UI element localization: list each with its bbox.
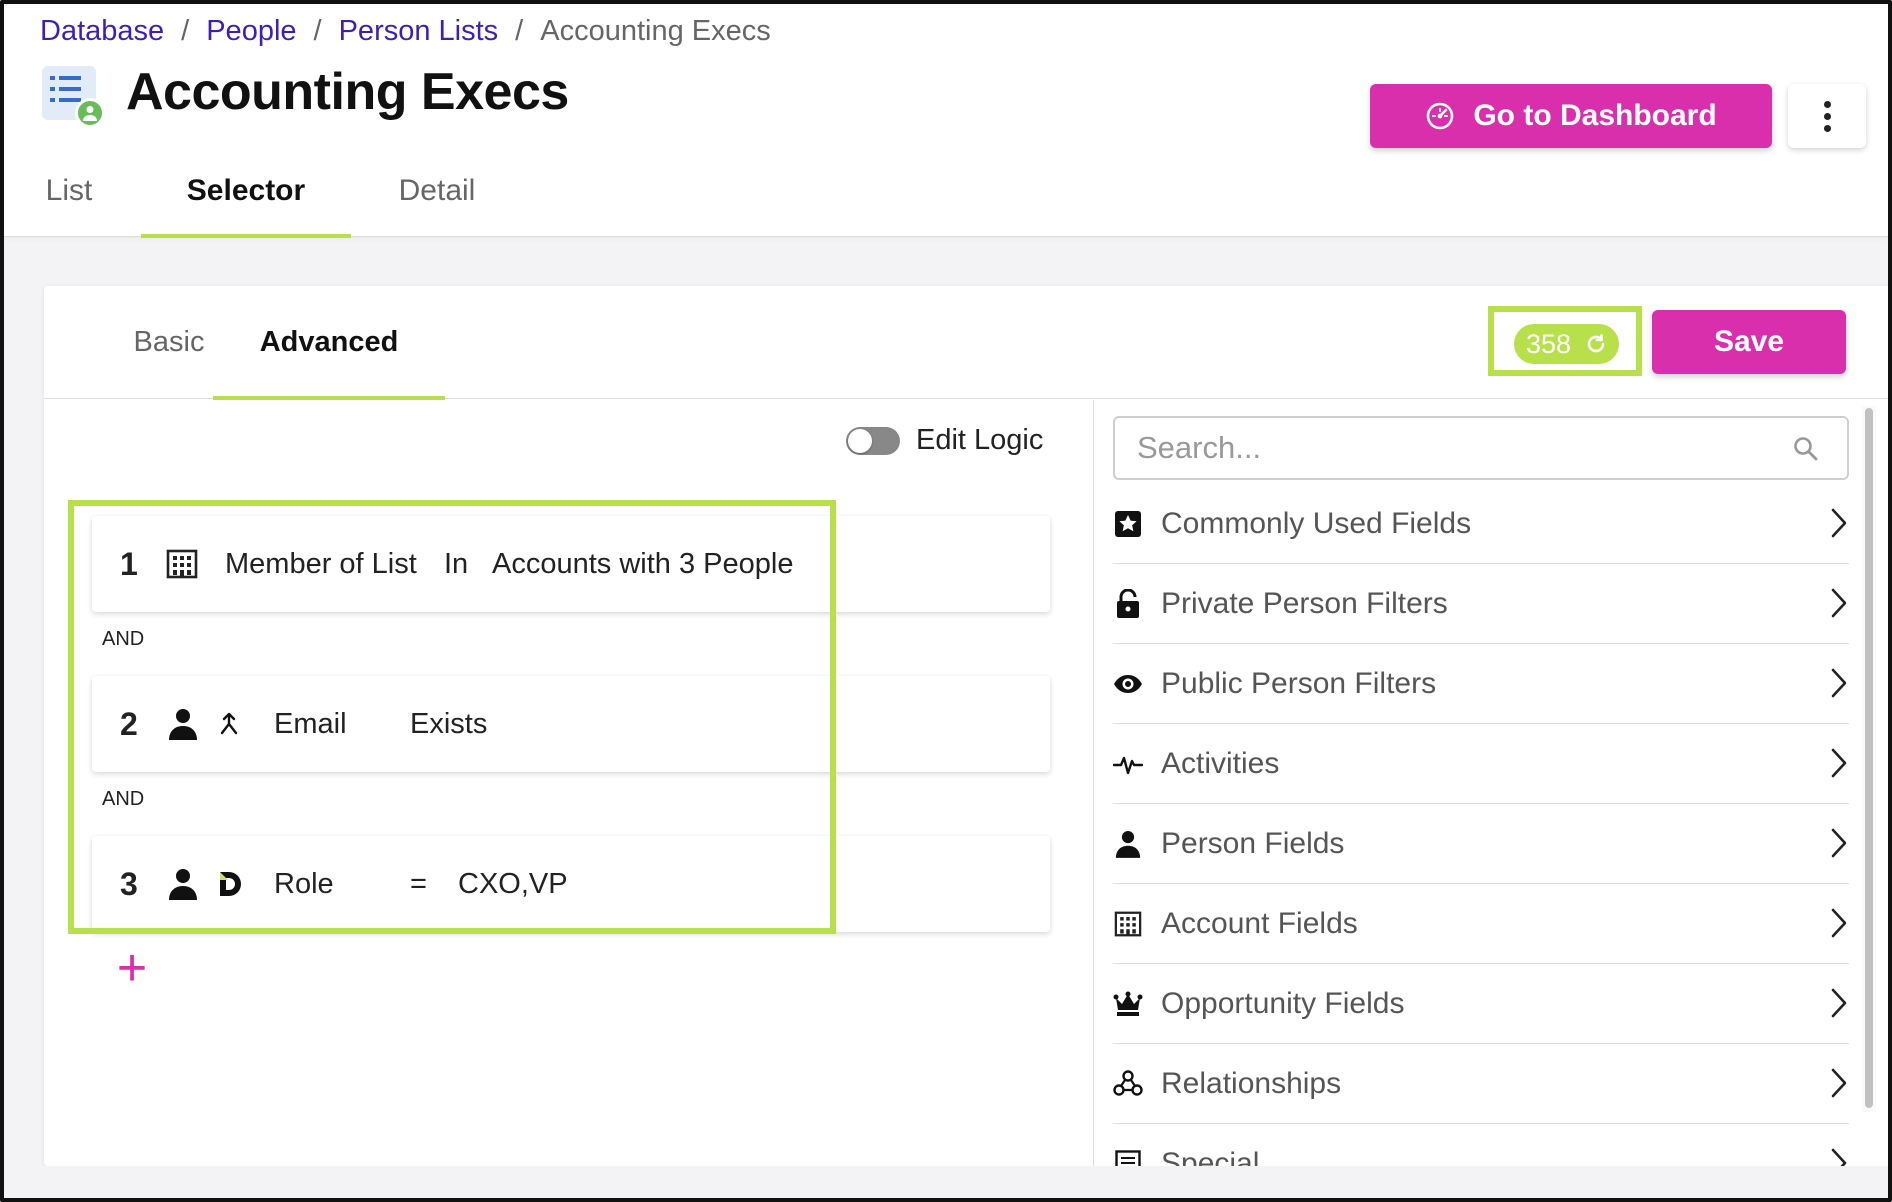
go-to-dashboard-label: Go to Dashboard [1473,99,1717,132]
chevron-right-icon [1831,508,1847,538]
page-footer-area [4,1166,1888,1198]
match-count-badge[interactable]: 358 [1514,324,1619,364]
dashboard-gauge-icon [1425,101,1455,131]
breadcrumb-database[interactable]: Database [40,15,164,48]
person-badge-icon [75,98,105,128]
and-connector: AND [102,788,145,810]
chevron-right-icon [1831,828,1847,858]
breadcrumb-current: Accounting Execs [540,14,771,47]
scrollbar-thumb[interactable] [1865,408,1873,1108]
field-category-account-fields[interactable]: Account Fields [1113,884,1849,964]
person-icon [168,868,198,900]
person-icon [168,708,198,740]
d-logo-icon [216,869,246,899]
field-category-relationships[interactable]: Relationships [1113,1044,1849,1124]
edit-logic-control: Edit Logic [846,424,1043,457]
match-count: 358 [1525,328,1572,359]
rules-pane: Edit Logic 1 Member of List In Accounts … [44,400,1094,1166]
field-category-label: Relationships [1161,1066,1342,1100]
filter-rule[interactable]: 2 Email Exists [92,676,1050,772]
field-category-list: Commonly Used Fields Private Person Filt… [1113,484,1849,1166]
field-browser: Commonly Used Fields Private Person Filt… [1095,400,1888,1166]
building-icon [166,549,198,579]
field-category-label: Special [1161,1146,1260,1167]
save-button[interactable]: Save [1652,310,1846,374]
edit-logic-label: Edit Logic [916,424,1044,456]
field-category-public-person-filters[interactable]: Public Person Filters [1113,644,1849,724]
person-icon [1113,829,1143,859]
person-list-icon [42,66,105,128]
filter-rule[interactable]: 1 Member of List In Accounts with 3 Peop… [92,516,1050,612]
breadcrumb-separator: / [313,14,322,47]
rule-field: Email [274,707,347,740]
field-category-label: Public Person Filters [1161,666,1437,700]
refresh-icon [1585,333,1607,355]
eye-icon [1113,669,1143,699]
search-icon [1793,436,1819,462]
rule-field: Member of List [225,547,417,580]
breadcrumb-person-lists[interactable]: Person Lists [339,15,499,48]
rule-value: Accounts with 3 People [492,547,794,580]
breadcrumb: Database / People / Person Lists / Accou… [40,12,771,50]
lock-icon [1113,588,1143,619]
add-rule-button[interactable]: + [112,942,152,994]
field-category-label: Private Person Filters [1161,586,1448,620]
pulse-icon [1113,749,1143,779]
selector-sub-tabs: Basic Advanced 358 Save [44,286,1888,400]
field-category-opportunity-fields[interactable]: Opportunity Fields [1113,964,1849,1044]
breadcrumb-separator: / [181,14,190,47]
star-icon [1113,509,1143,539]
more-options-button[interactable] [1788,84,1866,148]
rule-number: 1 [120,545,138,582]
field-search-input[interactable] [1137,430,1757,466]
list-icon [1113,1149,1143,1166]
crown-icon [1113,989,1143,1019]
chevron-right-icon [1831,748,1847,778]
field-category-label: Account Fields [1161,906,1358,940]
app-frame: Database / People / Person Lists / Accou… [0,0,1892,1202]
tab-advanced[interactable]: Advanced [213,286,445,400]
count-highlight: 358 [1488,306,1642,376]
chevron-right-icon [1831,908,1847,938]
field-list-scrollbar[interactable] [1862,406,1876,1112]
field-category-commonly-used[interactable]: Commonly Used Fields [1113,484,1849,564]
breadcrumb-separator: / [515,14,524,47]
edit-logic-toggle[interactable] [846,426,900,455]
building-icon [1113,909,1143,939]
breadcrumb-people[interactable]: People [206,15,296,48]
chevron-right-icon [1831,588,1847,618]
chevron-right-icon [1831,988,1847,1018]
field-category-activities[interactable]: Activities [1113,724,1849,804]
tab-selector[interactable]: Selector [141,144,351,238]
page-title: Accounting Execs [126,63,569,121]
rule-value: CXO,VP [458,867,568,900]
chevron-right-icon [1831,1068,1847,1098]
rule-number: 2 [120,705,138,742]
and-connector: AND [102,628,145,650]
page-header: Database / People / Person Lists / Accou… [4,4,1888,238]
rule-operator: In [444,547,469,580]
network-icon [1113,1069,1143,1099]
tab-detail[interactable]: Detail [382,144,492,238]
tab-list[interactable]: List [34,144,104,238]
field-search-box [1113,416,1849,480]
merge-icon [218,712,240,736]
field-category-special[interactable]: Special [1113,1124,1849,1166]
rule-field: Role [274,867,334,900]
field-category-person-fields[interactable]: Person Fields [1113,804,1849,884]
go-to-dashboard-button[interactable]: Go to Dashboard [1370,84,1772,148]
selector-card: Basic Advanced 358 Save Edit Logic 1 Mem… [44,286,1888,1166]
rule-number: 3 [120,865,138,902]
field-category-label: Commonly Used Fields [1161,506,1472,540]
rule-operator: = [410,867,427,900]
field-category-label: Person Fields [1161,826,1345,860]
chevron-right-icon [1831,1148,1847,1166]
field-category-private-person-filters[interactable]: Private Person Filters [1113,564,1849,644]
filter-rule[interactable]: 3 Role = CXO,VP [92,836,1050,932]
field-category-label: Activities [1161,746,1280,780]
chevron-right-icon [1831,668,1847,698]
field-category-label: Opportunity Fields [1161,986,1405,1020]
rule-operator: Exists [410,707,488,740]
